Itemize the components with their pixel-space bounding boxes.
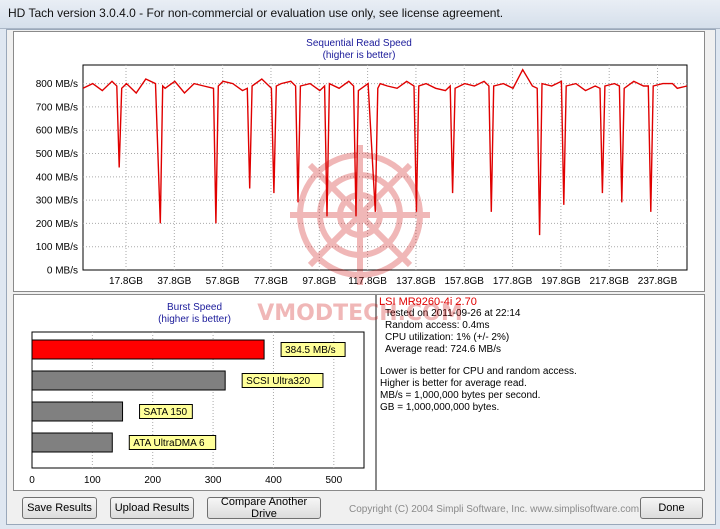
burst-bar	[31, 401, 124, 422]
y-tick-label: 200 MB/s	[36, 219, 78, 230]
burst-x-tick-label: 400	[265, 475, 282, 486]
y-tick-label: 800 MB/s	[36, 79, 78, 90]
burst-x-tick-label: 0	[29, 475, 35, 486]
note-higher-better: Higher is better for average read.	[380, 378, 527, 389]
note-mbs: MB/s = 1,000,000 bytes per second.	[380, 390, 541, 401]
x-tick-label: 237.8GB	[638, 276, 678, 287]
burst-bar-label: SATA 150	[144, 407, 188, 418]
x-tick-label: 197.8GB	[541, 276, 581, 287]
burst-bar-label: 384.5 MB/s	[285, 345, 336, 356]
burst-x-tick-label: 200	[144, 475, 161, 486]
window-title: HD Tach version 3.0.4.0 - For non-commer…	[8, 6, 504, 20]
y-tick-label: 600 MB/s	[36, 126, 78, 137]
burst-bar	[31, 432, 113, 453]
upload-results-button[interactable]: Upload Results	[110, 497, 194, 519]
y-tick-label: 700 MB/s	[36, 102, 78, 113]
window-titlebar[interactable]: HD Tach version 3.0.4.0 - For non-commer…	[0, 0, 720, 29]
average-read: Average read: 724.6 MB/s	[385, 344, 501, 355]
y-tick-label: 400 MB/s	[36, 172, 78, 183]
done-button[interactable]: Done	[640, 497, 703, 519]
compare-drive-button[interactable]: Compare Another Drive	[207, 496, 321, 520]
watermark-logo: VMODTECH.COM	[257, 145, 463, 326]
x-tick-label: 57.8GB	[206, 276, 240, 287]
burst-x-tick-label: 300	[205, 475, 222, 486]
burst-x-tick-label: 500	[325, 475, 342, 486]
y-tick-label: 100 MB/s	[36, 242, 78, 253]
copyright-text: Copyright (C) 2004 Simpli Software, Inc.…	[349, 504, 640, 515]
watermark-text: VMODTECH.COM	[257, 301, 463, 326]
note-gb: GB = 1,000,000,000 bytes.	[380, 402, 500, 413]
note-lower-better: Lower is better for CPU and random acces…	[380, 366, 577, 377]
burst-bar	[31, 370, 226, 391]
burst-bar-label: SCSI Ultra320	[246, 376, 310, 387]
burst-x-tick-label: 100	[84, 475, 101, 486]
y-tick-label: 300 MB/s	[36, 196, 78, 207]
x-tick-label: 17.8GB	[109, 276, 143, 287]
burst-bar-label: ATA UltraDMA 6	[133, 438, 205, 449]
y-tick-label: 0 MB/s	[47, 266, 78, 277]
y-tick-label: 500 MB/s	[36, 149, 78, 160]
save-results-button[interactable]: Save Results	[22, 497, 97, 519]
cpu-utilization: CPU utilization: 1% (+/- 2%)	[385, 332, 510, 343]
x-tick-label: 37.8GB	[157, 276, 191, 287]
x-tick-label: 177.8GB	[493, 276, 533, 287]
burst-bar	[31, 339, 265, 360]
x-tick-label: 217.8GB	[589, 276, 629, 287]
